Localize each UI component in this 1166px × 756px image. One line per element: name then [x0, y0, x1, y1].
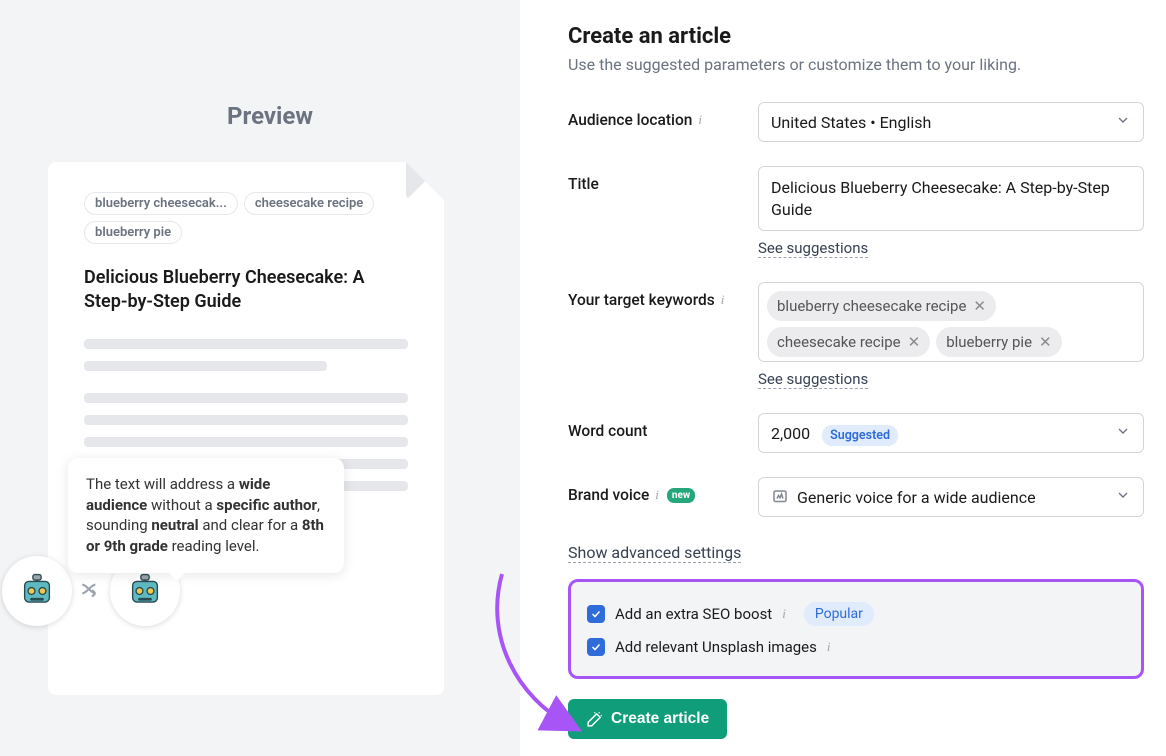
create-article-button[interactable]: Create article [568, 699, 727, 739]
preview-panel: Preview blueberry cheesecak... cheesecak… [0, 0, 520, 756]
extra-options-box: Add an extra SEO boost i Popular Add rel… [568, 579, 1144, 679]
preview-tag: blueberry cheesecak... [84, 192, 238, 215]
word-count-label: Word count [568, 413, 758, 440]
arrow-icon [78, 576, 104, 606]
show-advanced-settings-link[interactable]: Show advanced settings [568, 543, 741, 563]
checkbox-checked-icon[interactable] [587, 638, 605, 656]
chevron-down-icon [1115, 423, 1131, 443]
chevron-down-icon [1115, 112, 1131, 132]
keyword-chip[interactable]: blueberry cheesecake recipe✕ [767, 291, 996, 321]
preview-title-text: Delicious Blueberry Cheesecake: A Step-b… [84, 266, 408, 315]
keywords-label: Your target keywords i [568, 282, 758, 309]
info-icon[interactable]: i [782, 606, 786, 622]
info-icon[interactable]: i [721, 292, 725, 308]
audience-location-select[interactable]: United States • English [758, 102, 1144, 142]
preview-tag: cheesecake recipe [244, 192, 374, 215]
keywords-input[interactable]: blueberry cheesecake recipe✕ cheesecake … [758, 282, 1144, 362]
keyword-chip[interactable]: cheesecake recipe✕ [767, 327, 930, 357]
word-count-select[interactable]: 2,000 Suggested [758, 413, 1144, 453]
brand-voice-label: Brand voice i new [568, 477, 758, 504]
keywords-suggestions-link[interactable]: See suggestions [758, 370, 868, 389]
title-input[interactable]: Delicious Blueberry Cheesecake: A Step-b… [758, 166, 1144, 231]
info-icon[interactable]: i [655, 487, 659, 503]
suggested-badge: Suggested [822, 425, 898, 446]
remove-icon[interactable]: ✕ [908, 333, 921, 351]
magic-wand-icon [586, 711, 603, 728]
audience-location-label: Audience location i [568, 102, 758, 129]
info-icon[interactable]: i [827, 639, 831, 655]
page-subtitle: Use the suggested parameters or customiz… [568, 55, 1144, 74]
robot-icon [2, 556, 72, 626]
checkbox-checked-icon[interactable] [587, 605, 605, 623]
preview-tags: blueberry cheesecak... cheesecake recipe… [84, 192, 408, 244]
brand-voice-tooltip: The text will address a wide audience wi… [68, 458, 344, 573]
remove-icon[interactable]: ✕ [1039, 333, 1052, 351]
seo-boost-label: Add an extra SEO boost [615, 605, 772, 623]
title-label: Title [568, 166, 758, 193]
page-title: Create an article [568, 24, 1144, 49]
new-badge: new [667, 488, 695, 503]
popular-badge: Popular [804, 602, 874, 626]
title-suggestions-link[interactable]: See suggestions [758, 239, 868, 258]
remove-icon[interactable]: ✕ [973, 297, 986, 315]
preview-heading: Preview [48, 102, 492, 130]
unsplash-label: Add relevant Unsplash images [615, 638, 817, 656]
preview-tag: blueberry pie [84, 221, 182, 244]
tone-icon [771, 488, 789, 506]
unsplash-images-option[interactable]: Add relevant Unsplash images i [587, 632, 1125, 662]
seo-boost-option[interactable]: Add an extra SEO boost i Popular [587, 596, 1125, 632]
info-icon[interactable]: i [698, 112, 702, 128]
form-panel: Create an article Use the suggested para… [520, 0, 1166, 756]
brand-voice-select[interactable]: Generic voice for a wide audience [758, 477, 1144, 517]
keyword-chip[interactable]: blueberry pie✕ [936, 327, 1061, 357]
chevron-down-icon [1115, 487, 1131, 507]
